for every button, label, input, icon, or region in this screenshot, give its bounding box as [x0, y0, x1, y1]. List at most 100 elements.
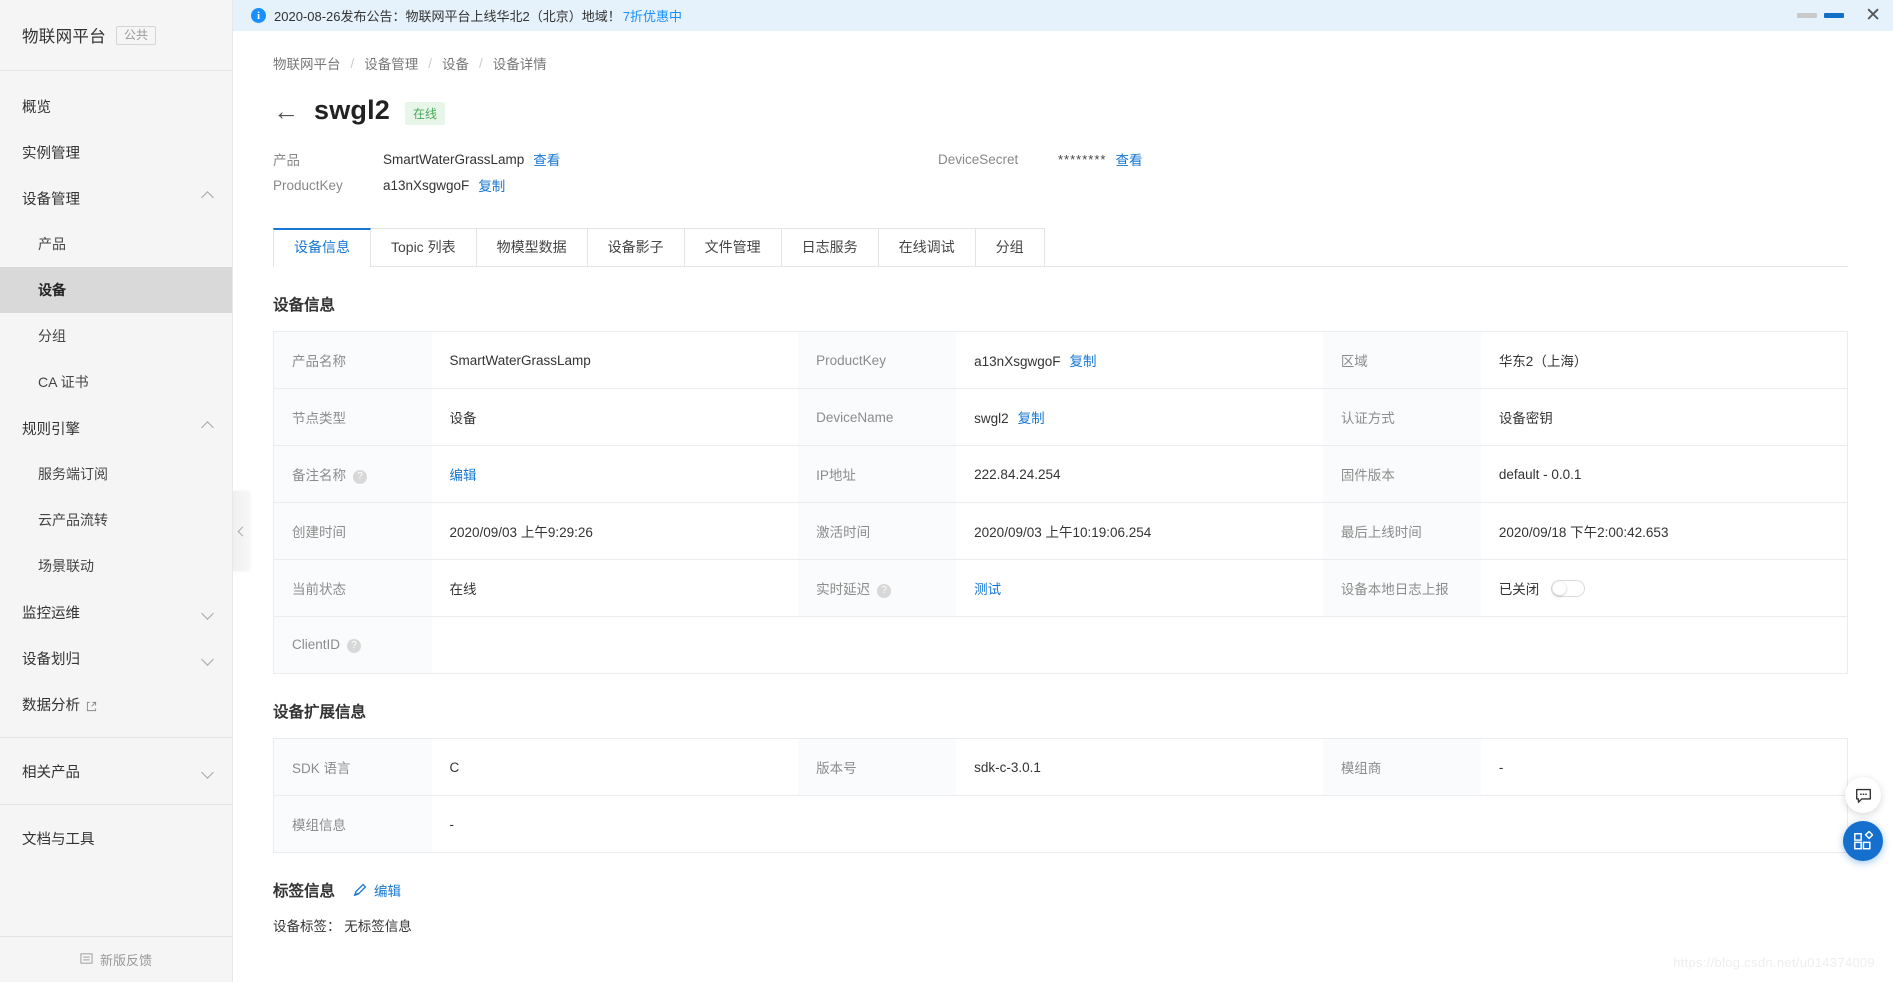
table-row: 备注名称? 编辑 IP地址 222.84.24.254 固件版本 default - 0.…	[273, 445, 1848, 503]
sidebar-item-9[interactable]: 云产品流转	[0, 497, 232, 543]
sidebar-brand[interactable]: 物联网平台 公共	[0, 0, 232, 71]
announcement-banner: i 2020-08-26发布公告：物联网平台上线华北2（北京）地域！ 7折优惠中…	[233, 0, 1893, 31]
carousel-dot-1[interactable]	[1797, 13, 1818, 18]
table-value-cell	[432, 617, 799, 674]
copy-link[interactable]: 复制	[1018, 411, 1045, 426]
table-key-cell	[1322, 616, 1481, 674]
sidebar-item-13[interactable]: 数据分析	[0, 681, 232, 727]
sidebar-item-6[interactable]: CA 证书	[0, 359, 232, 405]
breadcrumb-separator: /	[479, 55, 483, 71]
table-value-text: 华东2（上海）	[1498, 354, 1588, 369]
chevron-down-icon	[202, 606, 214, 618]
table-value-cell: SmartWaterGrassLamp	[431, 331, 799, 389]
sidebar-item-7[interactable]: 规则引擎	[0, 405, 232, 451]
sidebar-item-12[interactable]: 设备划归	[0, 635, 232, 681]
table-key-cell: IP地址	[798, 445, 957, 503]
meta-key-product: 产品	[273, 153, 300, 168]
tab-4[interactable]: 文件管理	[684, 228, 782, 266]
table-key-cell: 备注名称?	[273, 445, 432, 503]
table-key-label: 版本号	[816, 761, 857, 776]
productkey-copy-link[interactable]: 复制	[478, 175, 505, 195]
table-row: 产品名称 SmartWaterGrassLamp ProductKey a13nXsg…	[273, 331, 1848, 389]
table-value-cell: default - 0.0.1	[1480, 445, 1848, 503]
tab-7[interactable]: 分组	[975, 228, 1045, 266]
table-row: SDK 语言 C 版本号 sdk-c-3.0.1 模组商 -	[273, 738, 1848, 796]
sidebar-item-2[interactable]: 设备管理	[0, 175, 232, 221]
tab-1[interactable]: Topic 列表	[371, 228, 477, 266]
status-badge: 在线	[405, 102, 446, 125]
table-key-cell: 节点类型	[273, 388, 432, 446]
action-link[interactable]: 编辑	[450, 468, 477, 483]
table-row: 模组信息 -	[273, 795, 1848, 853]
brand-tag: 公共	[116, 25, 157, 45]
sidebar-item-1[interactable]: 实例管理	[0, 129, 232, 175]
chevron-up-icon	[202, 422, 214, 434]
sidebar-item-11[interactable]: 监控运维	[0, 589, 232, 635]
table-key-label: 当前状态	[292, 582, 346, 597]
table-value-cell: swgl2 复制	[956, 388, 1323, 446]
announcement-controls: ✕	[1797, 0, 1881, 31]
sidebar-item-0[interactable]: 概览	[0, 83, 232, 129]
tab-2[interactable]: 物模型数据	[476, 228, 588, 266]
help-icon[interactable]: ?	[353, 469, 367, 484]
sidebar-item-label: 场景联动	[38, 558, 94, 574]
sidebar-item-14[interactable]: 相关产品	[0, 748, 232, 794]
sidebar-item-8[interactable]: 服务端订阅	[0, 451, 232, 497]
local-log-toggle[interactable]	[1551, 579, 1586, 597]
table-value-cell: 在线	[431, 559, 799, 617]
table-value-text: 在线	[449, 582, 477, 597]
page-root: 物联网平台 公共 概览 实例管理 设备管理 产品 设备 分组 CA 证书 规则引擎 服务端订阅云…	[0, 0, 1893, 982]
breadcrumb-item-0[interactable]: 物联网平台	[273, 53, 341, 73]
tag-info-section-title: 标签信息 编辑	[273, 879, 1848, 901]
product-view-link[interactable]: 查看	[533, 149, 560, 169]
announcement-link[interactable]: 7折优惠中	[623, 6, 682, 25]
sidebar-item-4[interactable]: 设备	[0, 267, 232, 313]
sidebar-item-10[interactable]: 场景联动	[0, 543, 232, 589]
chat-bubble-icon[interactable]	[1845, 777, 1881, 813]
toggle-wrapper: 已关闭	[1499, 578, 1586, 598]
close-icon[interactable]: ✕	[1865, 6, 1881, 25]
copy-link[interactable]: 复制	[1069, 354, 1096, 369]
sidebar-item-label: 数据分析	[22, 694, 214, 715]
sidebar-feedback-button[interactable]: 新版反馈	[0, 936, 232, 982]
sidebar-item-label: 设备划归	[22, 651, 80, 668]
sidebar-item-label: 产品	[38, 236, 66, 252]
table-key-cell	[798, 616, 957, 674]
sidebar-item-label: CA 证书	[38, 374, 89, 390]
sidebar-item-5[interactable]: 分组	[0, 313, 232, 359]
table-key-label: 模组信息	[292, 818, 346, 833]
table-key-label: 设备本地日志上报	[1340, 582, 1449, 597]
carousel-dot-2[interactable]	[1824, 13, 1845, 18]
breadcrumb-separator: /	[350, 55, 355, 71]
table-row: 创建时间 2020/09/03 上午9:29:26 激活时间 2020/09/03 上…	[273, 502, 1848, 560]
tab-0[interactable]: 设备信息	[273, 228, 371, 267]
meta-value-product: SmartWaterGrassLamp	[383, 151, 525, 167]
device-tag-line: 设备标签： 无标签信息	[273, 915, 1848, 935]
table-key-label: 备注名称	[292, 467, 346, 483]
apps-grid-icon[interactable]	[1843, 821, 1883, 861]
help-icon[interactable]: ?	[347, 638, 362, 653]
back-arrow-icon[interactable]: ←	[273, 98, 299, 124]
sidebar-item-3[interactable]: 产品	[0, 221, 232, 267]
sidebar-item-label: 监控运维	[22, 605, 80, 622]
sidebar-item-15[interactable]: 文档与工具	[0, 815, 232, 861]
help-icon[interactable]: ?	[877, 583, 892, 598]
sidebar-item-label: 设备	[38, 282, 66, 298]
device-info-table: 产品名称 SmartWaterGrassLamp ProductKey a13nXsg…	[273, 331, 1848, 674]
table-value-cell	[956, 617, 1323, 674]
tag-edit-button[interactable]: 编辑	[353, 880, 401, 900]
breadcrumb-separator: /	[428, 55, 433, 71]
tab-5[interactable]: 日志服务	[781, 228, 879, 266]
breadcrumb-item-1[interactable]: 设备管理	[364, 53, 418, 73]
devicesecret-view-link[interactable]: 查看	[1115, 149, 1142, 169]
table-value-cell	[1481, 617, 1848, 674]
table-value-cell	[956, 796, 1323, 853]
breadcrumb-item-2[interactable]: 设备	[442, 53, 469, 73]
table-key-label: ProductKey	[816, 352, 886, 368]
meta-value-devicesecret: ********	[1058, 151, 1107, 167]
tab-6[interactable]: 在线调试	[878, 228, 976, 266]
tab-3[interactable]: 设备影子	[587, 228, 685, 266]
sidebar-collapse-handle[interactable]	[233, 491, 249, 571]
action-link[interactable]: 测试	[974, 582, 1001, 597]
table-value-cell: 测试	[956, 559, 1323, 617]
